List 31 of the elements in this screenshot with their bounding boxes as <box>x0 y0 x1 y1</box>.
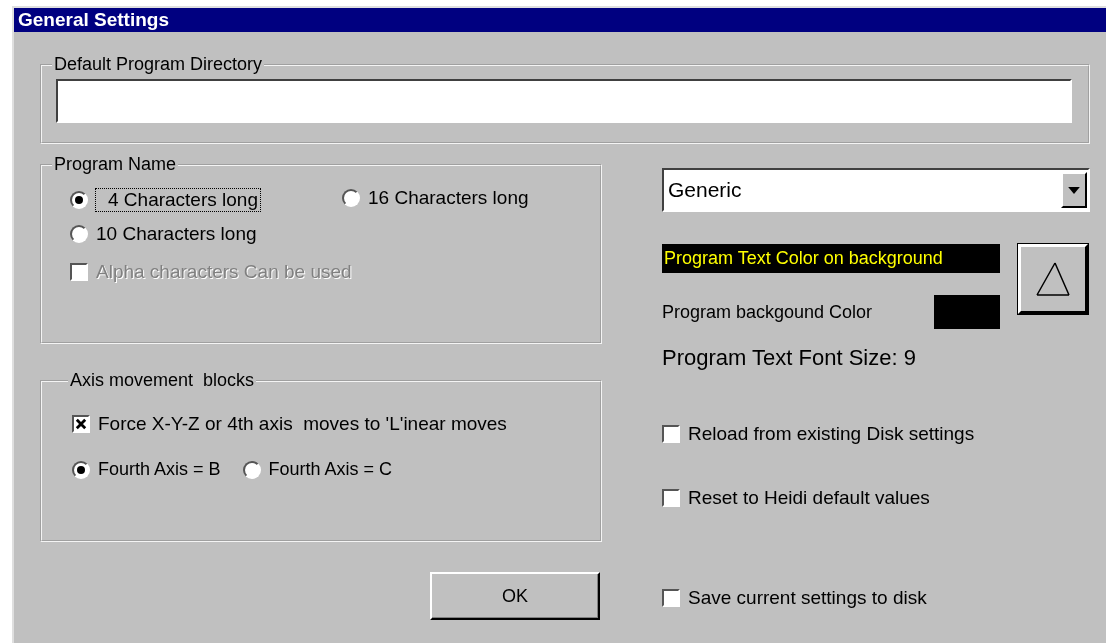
group-label: Axis movement blocks <box>69 370 256 391</box>
text-color-sample: Program Text Color on background <box>662 244 1000 273</box>
checkbox[interactable] <box>662 425 680 443</box>
radio-button[interactable] <box>72 460 90 479</box>
group-label: Default Program Directory <box>53 54 264 75</box>
checkbox[interactable] <box>72 415 90 433</box>
checkbox-label: Reset to Heidi default values <box>688 487 930 509</box>
radio-button[interactable] <box>242 460 261 479</box>
checkbox-label: Alpha characters Can be used <box>96 261 352 283</box>
radio-label: 4 Characters long <box>96 189 260 211</box>
radio-label: 10 Characters long <box>96 223 257 245</box>
radio-button[interactable] <box>70 225 88 243</box>
font-size-label: Program Text Font Size: 9 <box>662 345 917 371</box>
checkbox-label: Reload from existing Disk settings <box>688 423 975 445</box>
radio-button[interactable] <box>70 191 88 209</box>
checkbox-label: Save current settings to disk <box>688 587 927 609</box>
radio-label: 16 Characters long <box>368 187 529 209</box>
group-label: Program Name <box>53 154 178 175</box>
machine-dropdown[interactable]: Generic <box>662 168 1090 212</box>
checkbox[interactable] <box>662 489 680 507</box>
radio-label: Fourth Axis = C <box>268 459 393 480</box>
ok-button[interactable]: OK <box>430 572 600 620</box>
radio-label: Fourth Axis = B <box>98 459 221 480</box>
background-color-label: Program backgound Color <box>662 301 873 323</box>
directory-field[interactable] <box>56 79 1072 123</box>
checkbox[interactable] <box>662 589 680 607</box>
color-swatch[interactable] <box>934 295 1000 329</box>
window-title: General Settings <box>18 9 169 31</box>
triangle-button[interactable] <box>1018 244 1088 314</box>
radio-button[interactable] <box>342 189 360 207</box>
checkbox-label: Force X-Y-Z or 4th axis moves to 'L'inear moves <box>98 413 507 435</box>
